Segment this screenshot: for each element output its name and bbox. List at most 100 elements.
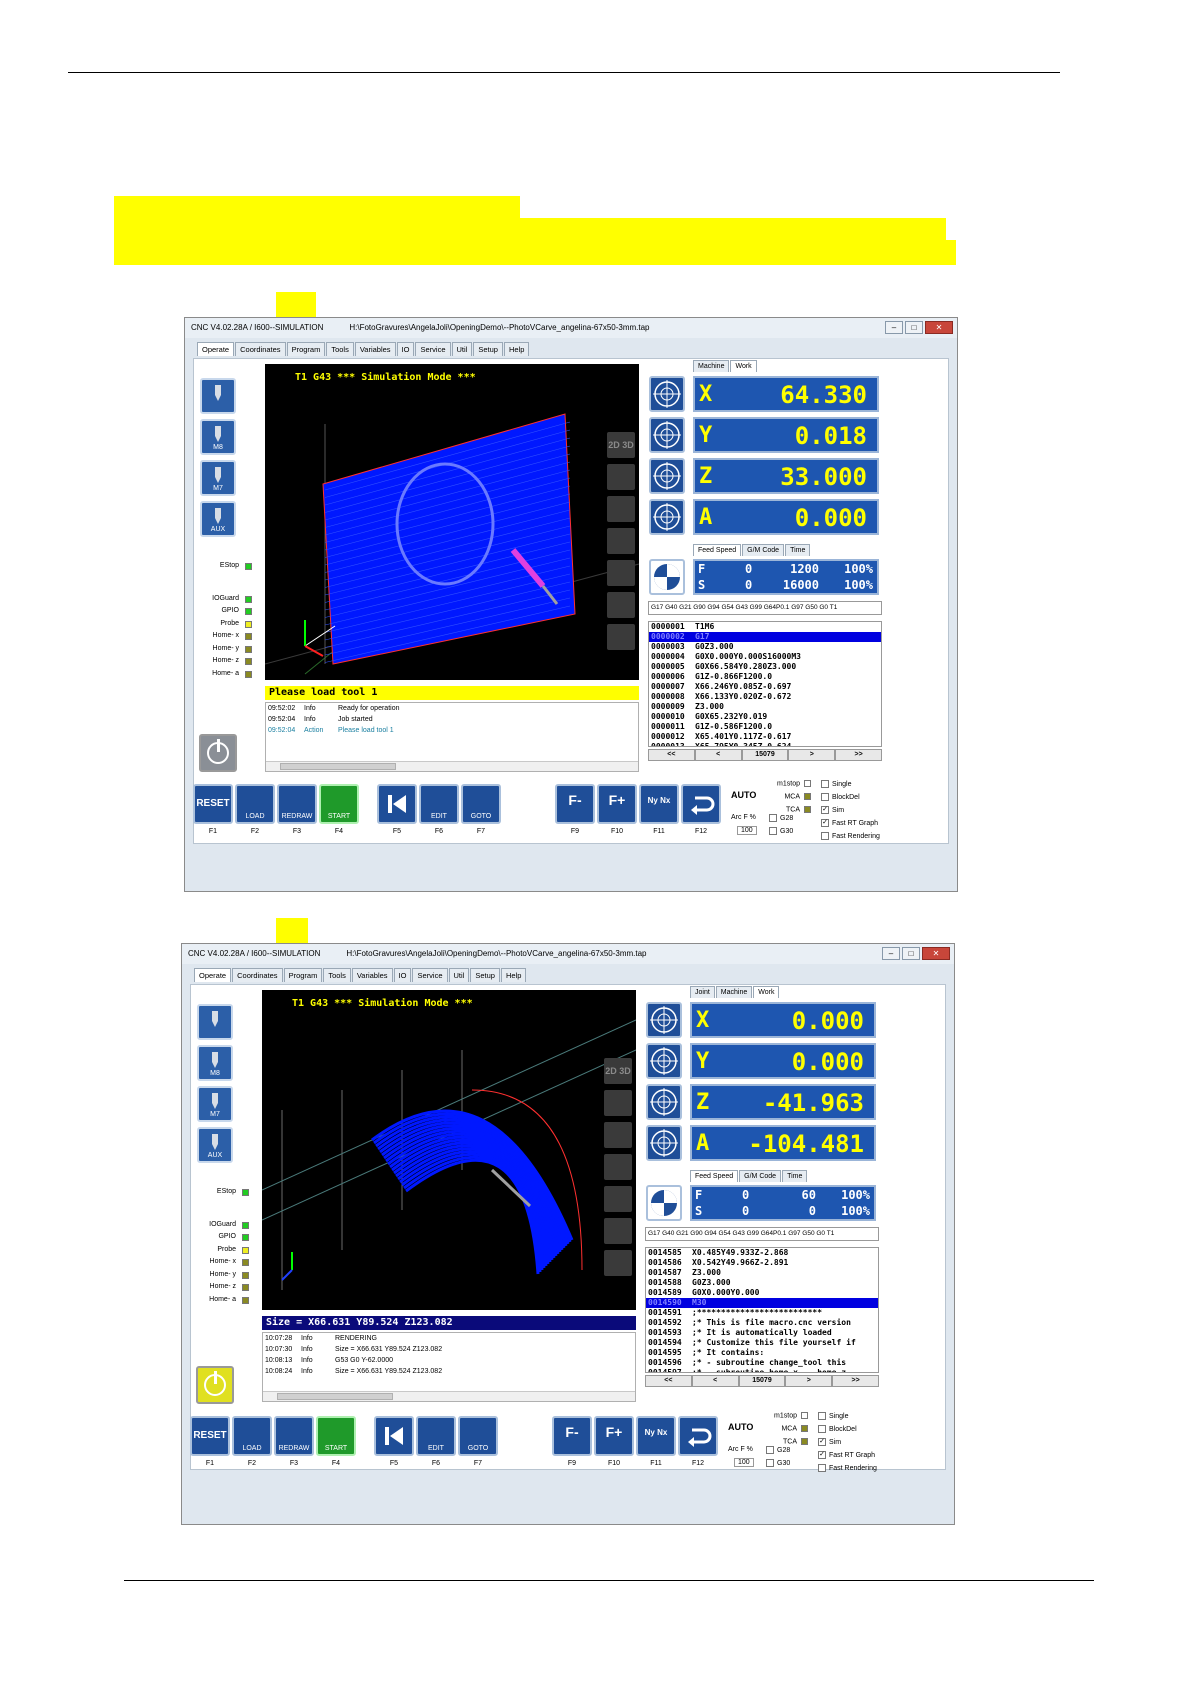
program-line[interactable]: 0014592 ;* This is file macro.cnc version	[646, 1318, 878, 1328]
m7-mist-button[interactable]: M7	[197, 1086, 233, 1122]
coord-tab-work[interactable]: Work	[753, 986, 780, 998]
reset-button[interactable]: RESET	[190, 1416, 230, 1456]
toolpath-viewport[interactable]: T1 G43 *** Simulation Mode *** 2D 3D	[265, 364, 639, 680]
checkbox[interactable]: ✓	[818, 1438, 826, 1446]
tab-program[interactable]: Program	[283, 968, 323, 982]
maximize-button[interactable]: □	[902, 947, 920, 960]
edit-button[interactable]: EDIT	[416, 1416, 456, 1456]
zero-z-button[interactable]	[649, 458, 685, 494]
feed-minus-button[interactable]: F-	[552, 1416, 592, 1456]
array-button[interactable]: Ny Nx	[639, 784, 679, 824]
view-tool-zoom-window[interactable]	[604, 1186, 632, 1212]
toolpath-viewport[interactable]: T1 G43 *** Simulation Mode *** 2D 3D	[262, 990, 636, 1310]
tab-operate[interactable]: Operate	[197, 342, 235, 356]
tab-io[interactable]: IO	[396, 342, 415, 356]
program-line[interactable]: 0014591 ;**************************	[646, 1308, 878, 1318]
rewind-button[interactable]	[374, 1416, 414, 1456]
view-tool-zoom-in[interactable]	[607, 528, 635, 554]
aux-button[interactable]: AUX	[197, 1127, 233, 1163]
nav-button-3[interactable]: >	[788, 749, 836, 761]
program-line[interactable]: 0014589 G0X0.000Y0.000	[646, 1288, 878, 1298]
checkbox[interactable]	[821, 793, 829, 801]
checkbox[interactable]: ✓	[818, 1451, 826, 1459]
view-tool-zoom-in[interactable]	[604, 1154, 632, 1180]
start-button[interactable]: START	[316, 1416, 356, 1456]
program-line[interactable]: 0000003 G0Z3.000	[649, 642, 881, 652]
check-fast-rendering[interactable]: Fast Rendering	[818, 1464, 877, 1472]
program-line[interactable]: 0014585 X0.485Y49.933Z-2.868	[646, 1248, 878, 1258]
spindle-button[interactable]	[200, 378, 236, 414]
check-sim[interactable]: ✓ Sim	[818, 1438, 841, 1446]
check-g28[interactable]: G28	[769, 814, 793, 822]
checkbox[interactable]: ✓	[821, 819, 829, 827]
tab-tools[interactable]: Tools	[323, 968, 351, 982]
program-line[interactable]: 0000007 X66.246Y0.085Z-0.697	[649, 682, 881, 692]
tab-tools[interactable]: Tools	[326, 342, 354, 356]
tab-help[interactable]: Help	[500, 968, 527, 982]
redraw-button[interactable]: REDRAW	[277, 784, 317, 824]
check-fast-rendering[interactable]: Fast Rendering	[821, 832, 880, 840]
checkbox[interactable]	[769, 814, 777, 822]
log-scroll-thumb[interactable]	[277, 1393, 393, 1400]
close-button[interactable]: ✕	[922, 947, 950, 960]
arc-feed-value[interactable]: 100	[734, 1458, 754, 1467]
nav-button-3[interactable]: >	[785, 1375, 833, 1387]
program-line[interactable]: 0014597 ;* - subroutine home_x .. home_z,	[646, 1368, 878, 1372]
program-line[interactable]: 0000001 T1M6	[649, 622, 881, 632]
tab-setup[interactable]: Setup	[470, 968, 500, 982]
feed-minus-button[interactable]: F-	[555, 784, 595, 824]
edit-button[interactable]: EDIT	[419, 784, 459, 824]
program-line[interactable]: 0014594 ;* Customize this file yourself i…	[646, 1338, 878, 1348]
check-g28[interactable]: G28	[766, 1446, 790, 1454]
arc-feed-value[interactable]: 100	[737, 826, 757, 835]
checkbox[interactable]	[818, 1464, 826, 1472]
nav-button-4[interactable]: >>	[832, 1375, 879, 1387]
power-button[interactable]	[196, 1366, 234, 1404]
nav-button-1[interactable]: <	[694, 749, 742, 761]
rewind-button[interactable]	[377, 784, 417, 824]
aux-button[interactable]: AUX	[200, 501, 236, 537]
program-line[interactable]: 0000004 G0X0.000Y0.000S16000M3	[649, 652, 881, 662]
program-line[interactable]: 0014593 ;* It is automatically loaded	[646, 1328, 878, 1338]
checkbox[interactable]	[769, 827, 777, 835]
m8-coolant-button[interactable]: M8	[197, 1045, 233, 1081]
coord-tab-joint[interactable]: Joint	[690, 986, 715, 998]
log-scrollbar[interactable]	[263, 1391, 635, 1401]
view-tool-2d-3d[interactable]: 2D 3D	[604, 1058, 632, 1084]
goto-button[interactable]: GOTO	[458, 1416, 498, 1456]
zero-a-button[interactable]	[649, 499, 685, 535]
check-single[interactable]: Single	[818, 1412, 848, 1420]
program-line[interactable]: 0014587 Z3.000	[646, 1268, 878, 1278]
tab-service[interactable]: Service	[415, 342, 451, 356]
tab-variables[interactable]: Variables	[354, 342, 396, 356]
view-tool-zoom-fit[interactable]	[604, 1090, 632, 1116]
log-scroll-thumb[interactable]	[280, 763, 396, 770]
checkbox[interactable]	[766, 1446, 774, 1454]
tab-operate[interactable]: Operate	[194, 968, 232, 982]
checkbox[interactable]	[818, 1412, 826, 1420]
program-line[interactable]: 0014596 ;* - subroutine change_tool this	[646, 1358, 878, 1368]
program-line[interactable]: 0000013 X65.795Y0.345Z-0.624	[649, 742, 881, 746]
program-line[interactable]: 0000009 Z3.000	[649, 702, 881, 712]
m7-mist-button[interactable]: M7	[200, 460, 236, 496]
power-button[interactable]	[199, 734, 237, 772]
check-g30[interactable]: G30	[766, 1459, 790, 1467]
zero-x-button[interactable]	[646, 1002, 682, 1038]
checkbox[interactable]	[766, 1459, 774, 1467]
view-tool-redraw[interactable]	[604, 1218, 632, 1244]
zero-y-button[interactable]	[649, 417, 685, 453]
speed-tab-2[interactable]: Time	[785, 544, 811, 556]
program-line[interactable]: 0014586 X0.542Y49.966Z-2.891	[646, 1258, 878, 1268]
feed-speed-button[interactable]	[646, 1185, 682, 1221]
speed-tab-1[interactable]: G/M Code	[739, 1170, 782, 1182]
program-line[interactable]: 0014595 ;* It contains:	[646, 1348, 878, 1358]
program-line[interactable]: 0000011 G1Z-0.586F1200.0	[649, 722, 881, 732]
checkbox[interactable]: ✓	[821, 806, 829, 814]
nav-button-0[interactable]: <<	[648, 749, 695, 761]
array-button[interactable]: Ny Nx	[636, 1416, 676, 1456]
check-sim[interactable]: ✓ Sim	[821, 806, 844, 814]
view-tool-window[interactable]	[604, 1250, 632, 1276]
feed-speed-button[interactable]	[649, 559, 685, 595]
program-listing[interactable]: 0000001 T1M6 0000002 G17 0000003 G0Z3.000 0000…	[648, 621, 882, 747]
view-tool-zoom-window[interactable]	[607, 560, 635, 586]
